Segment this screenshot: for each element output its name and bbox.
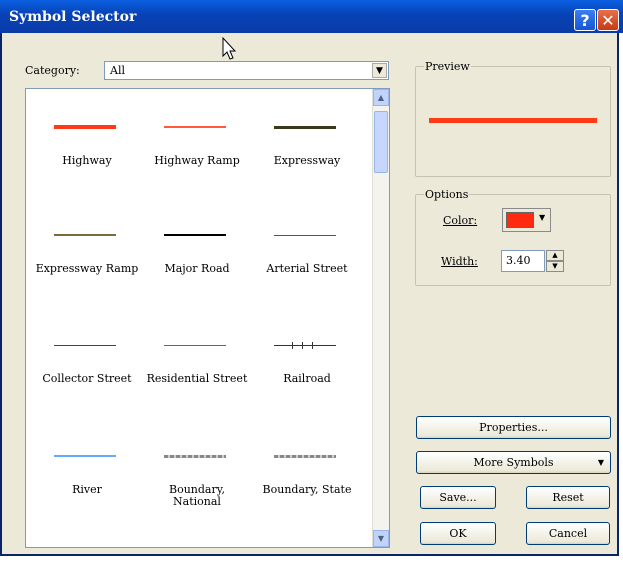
reset-button[interactable]: Reset	[526, 486, 610, 509]
railroad-tick	[292, 342, 293, 349]
scroll-thumb[interactable]	[374, 111, 388, 173]
window-title: Symbol Selector	[9, 9, 137, 25]
title-bar: Symbol Selector ? ✕	[0, 0, 623, 33]
symbol-label: Boundary, National	[169, 483, 225, 508]
symbol-item[interactable]: Collector Street	[32, 335, 142, 415]
options-title: Options	[424, 188, 470, 201]
chevron-down-icon: ▼	[539, 213, 546, 222]
category-label: Category:	[25, 64, 80, 77]
preview-group: Preview	[415, 60, 611, 177]
color-label: Color:	[443, 214, 478, 227]
symbol-label: Expressway Ramp	[35, 262, 139, 275]
width-label: Width:	[441, 255, 478, 268]
symbol-item[interactable]: Arterial Street	[252, 225, 362, 305]
symbol-item[interactable]: Highway	[32, 117, 142, 197]
symbol-swatch	[54, 345, 116, 346]
symbol-list[interactable]: Highway Highway Ramp Expressway Expressway …	[25, 88, 390, 548]
symbol-swatch	[164, 126, 226, 128]
symbol-item[interactable]: Railroad	[252, 335, 362, 415]
symbol-item[interactable]: Boundary, National	[142, 446, 252, 526]
symbol-swatch	[54, 125, 116, 129]
symbol-label: Railroad	[283, 372, 331, 385]
symbol-swatch	[164, 234, 226, 236]
close-icon[interactable]: ✕	[597, 9, 619, 31]
scroll-up-icon[interactable]: ▲	[373, 89, 389, 106]
color-swatch	[506, 212, 534, 228]
color-picker-button[interactable]: ▼	[502, 208, 551, 232]
symbol-item[interactable]: Expressway	[252, 117, 362, 197]
symbol-swatch	[274, 126, 336, 129]
more-symbols-button[interactable]: More Symbols ▼	[416, 451, 611, 474]
symbol-label: Highway	[62, 154, 112, 167]
symbol-swatch	[54, 234, 116, 236]
symbol-swatch	[274, 235, 336, 236]
preview-title: Preview	[424, 60, 471, 73]
help-icon[interactable]: ?	[574, 9, 596, 31]
save-button[interactable]: Save...	[420, 486, 496, 509]
properties-button[interactable]: Properties...	[416, 416, 611, 439]
symbol-label: River	[72, 483, 102, 496]
symbol-label: Major Road	[164, 262, 230, 275]
railroad-tick	[302, 342, 303, 349]
symbol-swatch	[274, 455, 336, 458]
symbol-item[interactable]: Major Road	[142, 225, 252, 305]
symbol-label: Expressway	[273, 154, 341, 167]
spin-down-icon[interactable]: ▼	[546, 261, 564, 272]
symbol-swatch	[164, 345, 226, 346]
width-input[interactable]: 3.40	[501, 250, 545, 272]
category-value: All	[110, 64, 125, 77]
symbol-item[interactable]: Expressway Ramp	[32, 225, 142, 305]
cancel-button[interactable]: Cancel	[526, 522, 610, 545]
symbol-label: Collector Street	[42, 372, 132, 385]
spin-up-icon[interactable]: ▲	[546, 250, 564, 261]
symbol-label: Arterial Street	[266, 262, 348, 275]
chevron-down-icon[interactable]: ▼	[372, 63, 387, 78]
ok-button[interactable]: OK	[420, 522, 496, 545]
symbol-label: Highway Ramp	[154, 154, 240, 167]
symbol-item[interactable]: Highway Ramp	[142, 117, 252, 197]
preview-line	[429, 118, 597, 123]
symbol-label: Residential Street	[146, 372, 248, 385]
railroad-tick	[312, 342, 313, 349]
more-symbols-label: More Symbols	[473, 456, 554, 469]
symbol-swatch	[274, 345, 336, 346]
symbol-label: Boundary, State	[262, 483, 352, 496]
symbol-item[interactable]: River	[32, 446, 142, 526]
chevron-down-icon: ▼	[597, 458, 604, 467]
mouse-cursor-icon	[222, 37, 237, 60]
symbol-swatch	[164, 455, 226, 458]
vertical-scrollbar[interactable]: ▲ ▼	[372, 89, 389, 547]
width-stepper[interactable]: 3.40 ▲ ▼	[501, 250, 565, 272]
symbol-swatch	[54, 455, 116, 457]
symbol-item[interactable]: Residential Street	[142, 335, 252, 415]
category-dropdown[interactable]: All ▼	[104, 61, 389, 80]
scroll-down-icon[interactable]: ▼	[373, 530, 389, 547]
symbol-item[interactable]: Boundary, State	[252, 446, 362, 526]
